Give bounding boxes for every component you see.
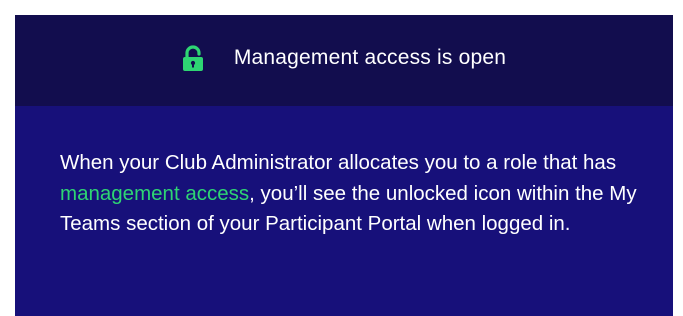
management-access-highlight: management access [60,181,250,205]
page-background: Management access is open When your Club… [0,0,683,316]
description-text-start: When your Club Administrator allocates y… [60,151,617,174]
management-access-info-card: Management access is open When your Club… [15,15,673,316]
card-header: Management access is open [15,15,673,106]
card-description: When your Club Administrator allocates y… [60,148,660,240]
unlocked-padlock-icon [182,44,204,71]
header-title: Management access is open [233,45,507,69]
